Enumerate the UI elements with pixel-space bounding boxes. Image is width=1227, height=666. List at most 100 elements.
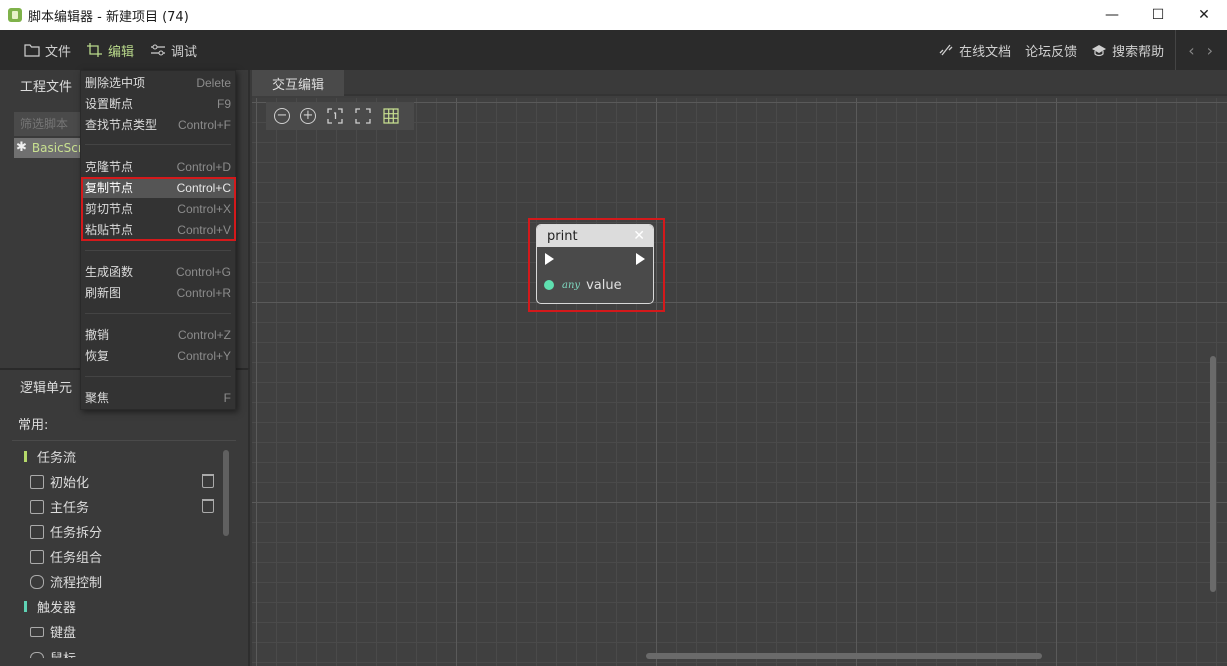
menu-item-generate-function[interactable]: 生成函数 Control+G (81, 261, 235, 282)
tree-item-keyboard[interactable]: 键盘 (18, 619, 228, 644)
tree-label: 任务组合 (50, 551, 103, 566)
menu-item-label: 生成函数 (85, 265, 134, 279)
menu-item-shortcut: Control+Z (177, 327, 231, 342)
menu-item-label: 设置断点 (85, 97, 134, 111)
menu-item-set-breakpoint[interactable]: 设置断点 F9 (81, 93, 235, 114)
menu-item-shortcut: F (223, 390, 231, 405)
port-type-tag: any (562, 279, 581, 291)
forum-feedback-label: 论坛反馈 (1025, 44, 1078, 60)
search-help-link[interactable]: 搜索帮助 (1084, 30, 1171, 70)
tree-label: 触发器 (37, 601, 77, 616)
flow-icon (30, 574, 44, 589)
debug-sliders-icon (151, 44, 166, 56)
graph-canvas[interactable]: − + print ✕ any value (252, 98, 1227, 666)
menu-edit[interactable]: 编辑 (79, 30, 142, 70)
tab-interaction-edit[interactable]: 交互编辑 (252, 70, 344, 96)
canvas-horizontal-scrollbar[interactable] (646, 653, 1042, 659)
menu-debug-label: 调试 (171, 44, 198, 60)
app-logo-icon (8, 8, 22, 22)
menu-separator (85, 250, 231, 251)
tree-item-task-merge[interactable]: 任务组合 (18, 544, 228, 569)
menu-separator (85, 144, 231, 145)
merge-icon (30, 549, 44, 564)
window-title: 脚本编辑器 - 新建项目 (74) (28, 9, 189, 25)
script-list-item[interactable]: ✱ BasicScript (14, 138, 84, 158)
maximize-button[interactable]: ☐ (1135, 0, 1181, 30)
tree-category-taskflow[interactable]: 任务流 (18, 444, 228, 469)
keyboard-icon (30, 626, 44, 637)
edit-dropdown-menu: 删除选中项 Delete 设置断点 F9 查找节点类型 Control+F 克隆节点 C… (80, 70, 236, 410)
menu-item-shortcut: Control+G (175, 264, 231, 279)
print-node[interactable]: print ✕ any value (536, 224, 654, 304)
mouse-icon (30, 652, 44, 658)
tree-item-flow-control[interactable]: 流程控制 (18, 569, 228, 594)
exec-out-port-icon[interactable] (636, 253, 645, 265)
split-icon (30, 524, 44, 539)
node-header[interactable]: print ✕ (537, 225, 653, 247)
menu-item-shortcut: Control+F (177, 117, 231, 132)
menu-item-shortcut: Control+Y (177, 348, 231, 363)
trash-icon[interactable] (202, 499, 214, 513)
tree-category-trigger[interactable]: 触发器 (18, 594, 228, 619)
tree-label: 任务流 (37, 451, 77, 466)
menu-edit-label: 编辑 (108, 44, 135, 60)
menu-item-delete-selected[interactable]: 删除选中项 Delete (81, 72, 235, 93)
node-exec-row (537, 247, 653, 271)
grid-icon[interactable] (382, 107, 400, 125)
category-marker-icon (24, 451, 27, 462)
menu-item-refresh-graph[interactable]: 刷新图 Control+R (81, 282, 235, 303)
node-input-port: any value (537, 271, 653, 299)
menu-item-clone-node[interactable]: 克隆节点 Control+D (81, 156, 235, 177)
menu-item-label: 撤销 (85, 328, 110, 342)
tab-project-files[interactable]: 工程文件 (8, 72, 85, 98)
trash-icon[interactable] (202, 474, 214, 488)
forum-feedback-link[interactable]: 论坛反馈 (1018, 30, 1084, 70)
zoom-out-icon[interactable]: − (274, 108, 290, 124)
document-gear-icon (30, 499, 44, 514)
tree-label: 主任务 (50, 501, 90, 516)
logic-tree: 任务流 初始化 主任务 任务拆分 任务组合 流程控制 触发器 键盘 (18, 444, 228, 658)
nav-next-button[interactable]: › (1207, 41, 1213, 60)
tree-item-main-task[interactable]: 主任务 (18, 494, 228, 519)
port-dot-icon[interactable] (544, 280, 554, 290)
fit-one-icon[interactable] (326, 107, 344, 125)
fullscreen-icon[interactable] (354, 107, 372, 125)
document-icon (30, 474, 44, 489)
tree-item-task-split[interactable]: 任务拆分 (18, 519, 228, 544)
menu-debug[interactable]: 调试 (142, 30, 205, 70)
exec-in-port-icon[interactable] (545, 253, 554, 265)
online-docs-link[interactable]: 在线文档 (931, 30, 1018, 70)
search-help-label: 搜索帮助 (1112, 44, 1165, 60)
zoom-in-icon[interactable]: + (300, 108, 316, 124)
menubar: 文件 编辑 调试 在线文档 论坛反馈 搜索帮助 ‹ › (0, 30, 1227, 70)
port-label: value (586, 277, 622, 293)
menu-highlight-box (81, 177, 236, 241)
menu-item-shortcut: F9 (216, 96, 231, 111)
node-title: print (547, 228, 578, 244)
menu-item-label: 查找节点类型 (85, 118, 158, 132)
menu-file[interactable]: 文件 (16, 30, 79, 70)
canvas-vertical-scrollbar[interactable] (1210, 356, 1216, 592)
common-label: 常用: (18, 418, 49, 433)
interaction-editor: 交互编辑 − + print ✕ any value (252, 70, 1227, 666)
close-icon[interactable]: ✕ (633, 228, 645, 244)
tree-item-init[interactable]: 初始化 (18, 469, 228, 494)
menu-item-redo[interactable]: 恢复 Control+Y (81, 345, 235, 366)
link-icon (939, 44, 953, 56)
window-titlebar: 脚本编辑器 - 新建项目 (74) — ☐ ✕ (0, 0, 1227, 30)
nav-prev-button[interactable]: ‹ (1188, 41, 1194, 60)
tab-logic-units[interactable]: 逻辑单元 (8, 374, 84, 398)
logic-panel-scrollbar[interactable] (223, 450, 229, 536)
minimize-button[interactable]: — (1089, 0, 1135, 30)
menu-item-label: 删除选中项 (85, 76, 146, 90)
close-window-button[interactable]: ✕ (1181, 0, 1227, 30)
menu-item-find-node-type[interactable]: 查找节点类型 Control+F (81, 114, 235, 135)
menu-item-undo[interactable]: 撤销 Control+Z (81, 324, 235, 345)
nav-arrows: ‹ › (1175, 30, 1227, 70)
divider (12, 440, 236, 441)
menu-item-focus[interactable]: 聚焦 F (81, 387, 235, 408)
menu-file-label: 文件 (45, 44, 72, 60)
tree-item-mouse[interactable]: 鼠标 (18, 644, 228, 658)
filter-scripts-input[interactable] (14, 112, 84, 136)
menu-item-shortcut: Control+D (176, 159, 231, 174)
